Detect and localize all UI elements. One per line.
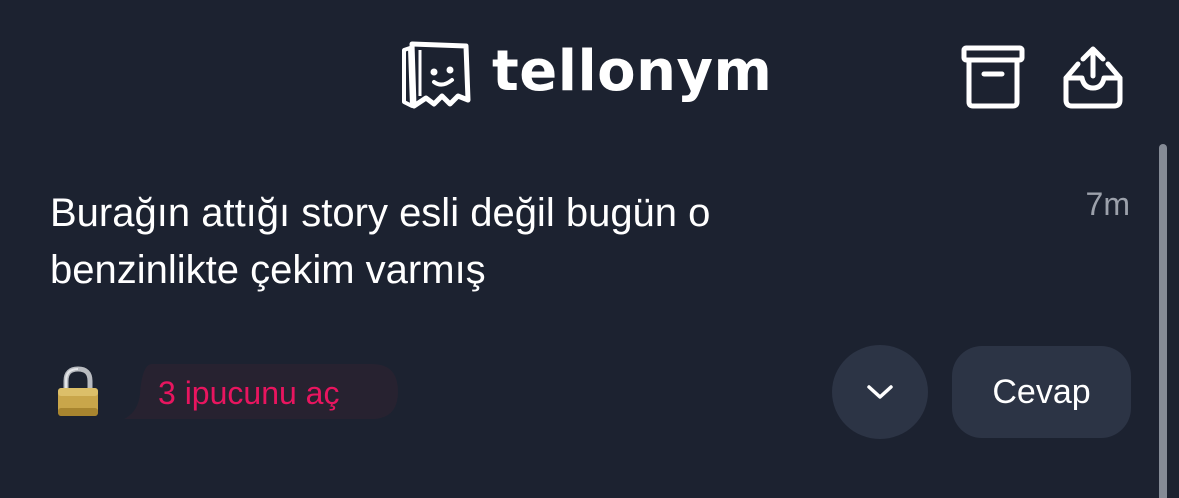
tellonym-logo-icon [402, 41, 471, 109]
archive-button[interactable] [958, 42, 1028, 112]
share-button[interactable] [1058, 42, 1128, 112]
tell-timestamp: 7m [1085, 186, 1130, 222]
expand-button[interactable] [832, 345, 928, 439]
scrollbar[interactable] [1159, 144, 1167, 498]
lock-icon [58, 366, 98, 416]
chevron-down-icon [867, 385, 893, 399]
tell-message: Burağın attığı story esli değil bugün o … [50, 191, 711, 292]
unlock-hints-label: 3 ipucunu aç [158, 375, 340, 411]
brand-logo: tellonym [398, 40, 772, 112]
reply-button[interactable]: Cevap [952, 346, 1131, 438]
brand-name: tellonym [492, 39, 773, 104]
unlock-hints-button[interactable]: 3 ipucunu aç [124, 364, 398, 419]
share-tray-icon [1063, 46, 1123, 109]
archive-box-icon [961, 45, 1025, 109]
app-header: tellonym [0, 0, 1179, 150]
